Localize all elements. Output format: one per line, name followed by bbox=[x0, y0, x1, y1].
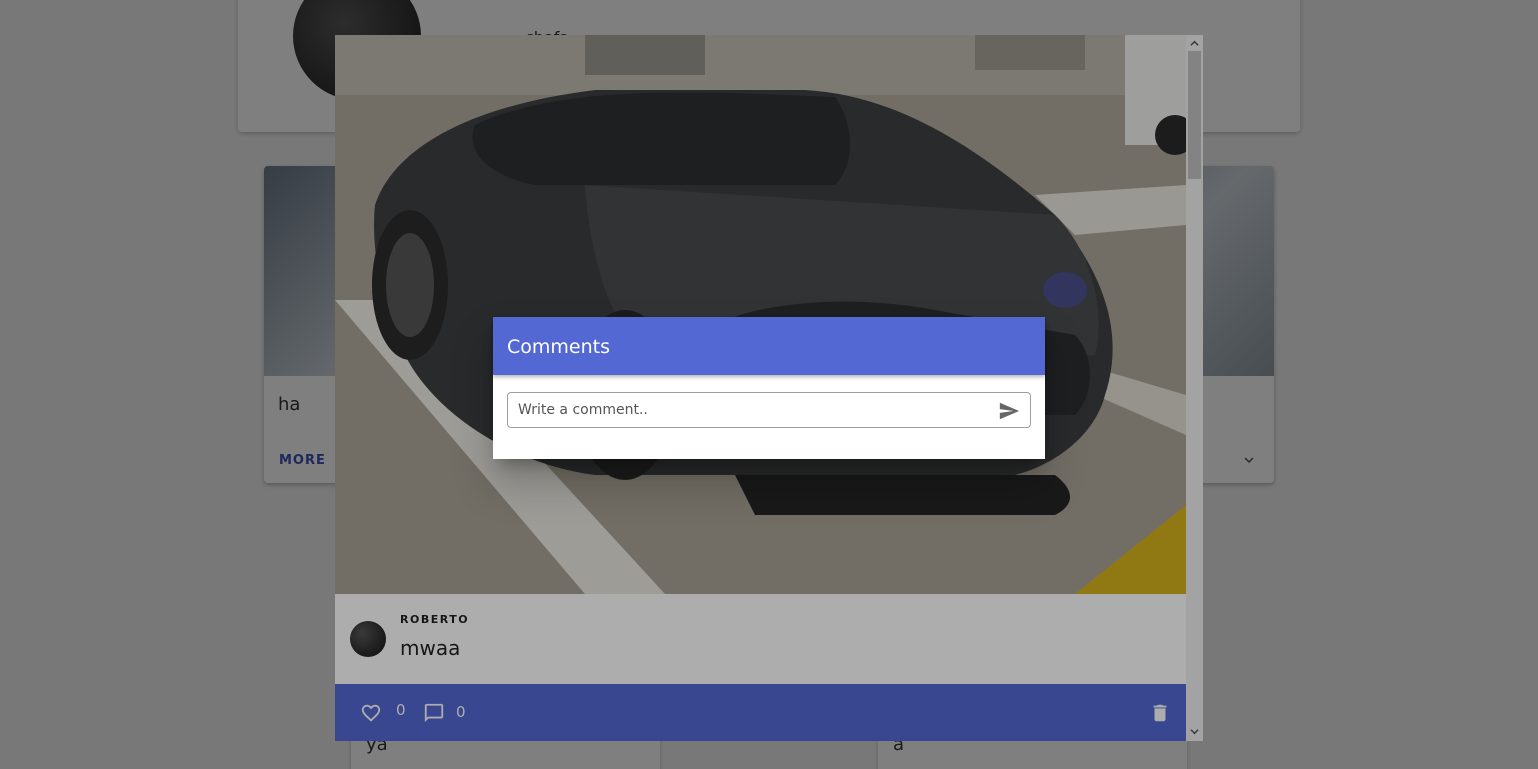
post-photo bbox=[335, 35, 1186, 594]
author-name[interactable]: ROBERTO bbox=[400, 613, 469, 626]
post-info: ROBERTO mwaa bbox=[335, 594, 1186, 684]
author-avatar[interactable] bbox=[350, 621, 386, 657]
scroll-up-icon[interactable] bbox=[1190, 39, 1199, 48]
trash-icon[interactable] bbox=[1149, 702, 1171, 724]
heart-outline-icon[interactable] bbox=[360, 702, 382, 724]
comment-count: 0 bbox=[456, 703, 466, 721]
like-count: 0 bbox=[396, 701, 406, 719]
post-caption: mwaa bbox=[400, 636, 461, 660]
post-actions-bar: 0 0 bbox=[335, 684, 1186, 741]
comment-input[interactable] bbox=[518, 399, 988, 421]
comment-icon[interactable] bbox=[423, 702, 445, 724]
scroll-down-icon[interactable] bbox=[1190, 727, 1199, 736]
scroll-thumb[interactable] bbox=[1188, 51, 1201, 179]
comments-dialog-title: Comments bbox=[493, 317, 1045, 375]
send-icon[interactable] bbox=[998, 400, 1020, 422]
viewer-scrollbar[interactable] bbox=[1186, 35, 1203, 741]
comments-dialog: Comments bbox=[493, 317, 1045, 459]
comment-field bbox=[507, 392, 1031, 428]
car-photo-illustration bbox=[335, 35, 1186, 594]
